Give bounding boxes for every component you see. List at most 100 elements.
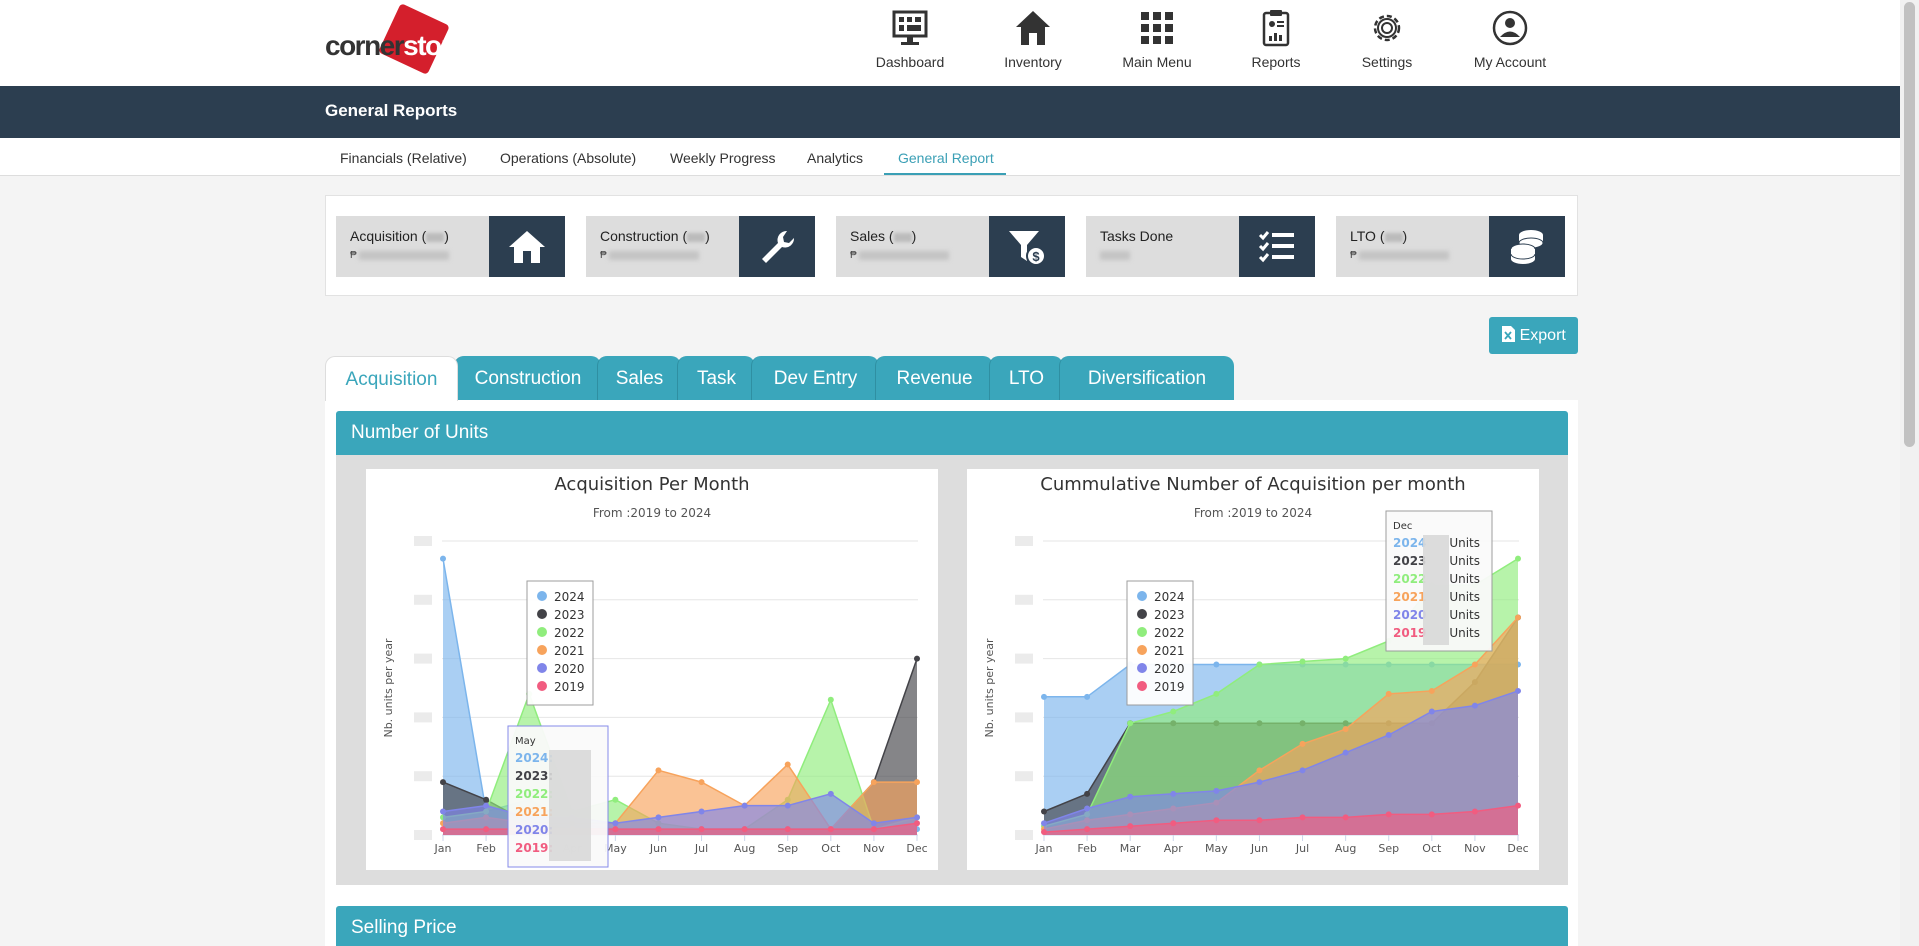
data-point-2022 <box>1256 661 1263 668</box>
legend-marker-2019 <box>537 681 547 691</box>
tooltip-unit: Units <box>1449 626 1480 640</box>
subnav-analytics[interactable]: Analytics <box>807 150 863 166</box>
subnav-operations[interactable]: Operations (Absolute) <box>500 150 636 166</box>
stat-construction[interactable]: Construction () ₱ <box>586 216 815 277</box>
data-point-2019 <box>1342 814 1349 821</box>
data-point-2024 <box>1213 661 1220 668</box>
stat-acquisition[interactable]: Acquisition () ₱ <box>336 216 565 277</box>
tooltip-row-2023: 2023 <box>1393 554 1426 568</box>
nav-main-menu[interactable]: Main Menu <box>1115 8 1199 78</box>
scrollbar-thumb[interactable] <box>1904 2 1915 447</box>
data-point-2020 <box>1515 687 1521 694</box>
data-point-2019 <box>827 826 834 833</box>
chart-acquisition-per-month: Acquisition Per Month From :2019 to 2024 N… <box>366 469 938 870</box>
stat-lto[interactable]: LTO () ₱ <box>1336 216 1565 277</box>
export-button[interactable]: Export <box>1489 317 1578 354</box>
data-point-2023 <box>1084 790 1091 797</box>
data-point-2020 <box>1385 732 1392 739</box>
nav-inventory[interactable]: Inventory <box>993 8 1073 78</box>
cornerstone-logo[interactable]: cornerstone <box>325 3 472 78</box>
legend-label-2022: 2022 <box>554 626 585 640</box>
subnav-financials[interactable]: Financials (Relative) <box>340 150 467 166</box>
data-point-2020 <box>1299 767 1306 774</box>
tab-task[interactable]: Task <box>677 356 755 401</box>
data-point-2022 <box>827 696 834 703</box>
data-point-2021 <box>784 761 791 768</box>
data-point-2022 <box>1342 655 1349 662</box>
tab-dev-entry[interactable]: Dev Entry <box>751 356 879 401</box>
data-point-2019 <box>698 826 705 833</box>
data-point-2023 <box>483 796 490 803</box>
chart-title: Cummulative Number of Acquisition per mo… <box>1040 474 1465 495</box>
subnav-general-report[interactable]: General Report <box>898 150 994 166</box>
data-point-2019 <box>1428 811 1435 818</box>
legend-label-2021: 2021 <box>1154 644 1185 658</box>
data-point-2021 <box>1428 687 1435 694</box>
data-point-2023 <box>914 655 920 662</box>
x-tick-label: Sep <box>777 842 798 855</box>
data-point-2019 <box>440 826 446 833</box>
data-point-2020 <box>440 808 446 815</box>
stat-sales[interactable]: Sales () ₱ $ <box>836 216 1065 277</box>
data-point-2022 <box>1170 708 1177 715</box>
data-point-2022 <box>1127 720 1134 727</box>
nav-label: My Account <box>1473 54 1547 70</box>
tab-revenue[interactable]: Revenue <box>875 356 993 401</box>
legend-marker-2024 <box>1137 591 1147 601</box>
chart-legend: 2024 2023 2022 2021 2020 2019 <box>1126 580 1194 706</box>
house-icon <box>509 231 545 263</box>
tooltip-unit: Units <box>1449 554 1480 568</box>
legend-marker-2024 <box>537 591 547 601</box>
tooltip-row-2021: 2021: <box>515 805 553 819</box>
data-point-2021 <box>1299 740 1306 747</box>
nav-dashboard[interactable]: Dashboard <box>868 8 952 78</box>
nav-label: Dashboard <box>875 54 945 70</box>
tab-construction[interactable]: Construction <box>454 356 601 401</box>
tab-lto[interactable]: LTO <box>989 356 1063 401</box>
section-header-selling-price: Selling Price <box>336 906 1568 946</box>
nav-reports[interactable]: Reports <box>1245 8 1307 78</box>
user-circle-icon <box>1492 10 1528 46</box>
legend-label-2020: 2020 <box>1154 662 1185 676</box>
data-point-2020 <box>1428 708 1435 715</box>
tooltip-unit: Units <box>1449 608 1480 622</box>
tooltip-row-2024: 2024 <box>1393 536 1426 550</box>
nav-settings[interactable]: Settings <box>1355 8 1419 78</box>
data-point-2019 <box>1256 817 1263 824</box>
y-tick-label-redacted <box>1015 712 1033 723</box>
data-point-2021 <box>698 779 705 786</box>
nav-my-account[interactable]: My Account <box>1468 8 1552 78</box>
data-point-2020 <box>698 808 705 815</box>
legend-marker-2022 <box>1137 627 1147 637</box>
page-title: General Reports <box>325 101 458 120</box>
tooltip-row-2020: 2020: <box>515 823 553 837</box>
data-point-2024 <box>1084 693 1091 700</box>
data-point-2020 <box>655 814 662 821</box>
data-point-2021 <box>1256 767 1263 774</box>
tooltip-row-2020: 2020 <box>1393 608 1426 622</box>
x-tick-label: Nov <box>1464 842 1486 855</box>
legend-label-2019: 2019 <box>554 680 585 694</box>
tab-acquisition[interactable]: Acquisition <box>325 356 458 401</box>
x-tick-label: Jan <box>434 842 452 855</box>
data-point-2019 <box>483 826 490 833</box>
tooltip-unit: Units <box>1449 536 1480 550</box>
stat-value: ₱ <box>850 250 949 261</box>
page-scrollbar[interactable] <box>1900 0 1919 946</box>
data-point-2019 <box>1213 817 1220 824</box>
data-point-2019 <box>1084 826 1091 833</box>
acquisition-per-month-svg[interactable]: Acquisition Per Month From :2019 to 2024 N… <box>366 469 938 870</box>
monitor-icon <box>892 10 928 45</box>
stat-icon-box: $ <box>989 216 1065 277</box>
active-subnav-indicator <box>884 173 1006 175</box>
tab-sales[interactable]: Sales <box>597 356 681 401</box>
data-point-2019 <box>1515 802 1521 809</box>
tooltip-redacted-values <box>549 750 591 861</box>
stat-tasks-done[interactable]: Tasks Done <box>1086 216 1315 277</box>
nav-label: Main Menu <box>1122 54 1192 70</box>
checklist-icon <box>1258 231 1294 263</box>
y-tick-label-redacted <box>414 653 432 664</box>
cumulative-acquisition-svg[interactable]: Cummulative Number of Acquisition per mo… <box>967 469 1539 870</box>
tab-diversification[interactable]: Diversification <box>1059 356 1234 401</box>
subnav-weekly-progress[interactable]: Weekly Progress <box>670 150 776 166</box>
